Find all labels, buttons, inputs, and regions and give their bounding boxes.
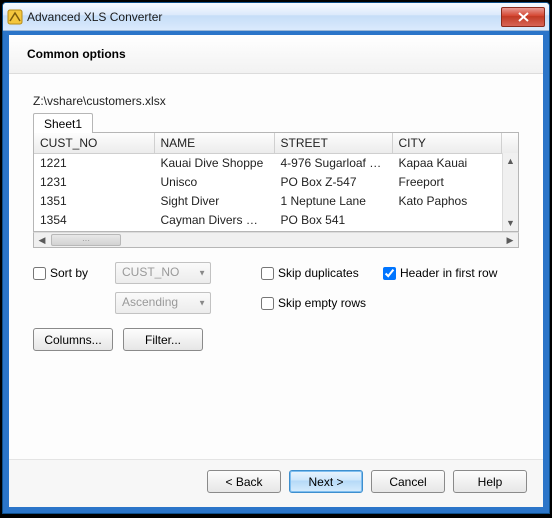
titlebar[interactable]: Advanced XLS Converter (3, 3, 549, 31)
cell: 1221 (34, 154, 154, 173)
app-icon (7, 9, 23, 25)
sort-by-label: Sort by (50, 266, 88, 280)
cancel-button[interactable]: Cancel (371, 470, 445, 493)
next-button[interactable]: Next > (289, 470, 363, 493)
close-button[interactable] (501, 7, 545, 27)
skip-duplicates-label: Skip duplicates (278, 266, 359, 280)
page-heading: Common options (9, 35, 543, 74)
scroll-up-icon[interactable]: ▲ (504, 153, 518, 169)
column-header[interactable]: CUST_NO (34, 133, 154, 154)
cell: 1351 (34, 192, 154, 211)
cell: Unisco (154, 173, 274, 192)
columns-button[interactable]: Columns... (33, 328, 113, 351)
data-grid[interactable]: CUST_NO NAME STREET CITY 1221 Kauai Dive… (33, 132, 519, 232)
table-row[interactable]: 1221 Kauai Dive Shoppe 4-976 Sugarloaf H… (34, 154, 518, 173)
cell: 4-976 Sugarloaf Hwy (274, 154, 392, 173)
chevron-down-icon: ▼ (198, 299, 206, 308)
table-row[interactable]: 1354 Cayman Divers Worl... PO Box 541 (34, 211, 518, 230)
dialog-button-bar: < Back Next > Cancel Help (9, 459, 543, 507)
header-first-row-checkbox[interactable]: Header in first row (383, 266, 497, 280)
sort-field-select: CUST_NO ▼ (115, 262, 211, 284)
sort-order-select: Ascending ▼ (115, 292, 211, 314)
column-header[interactable]: NAME (154, 133, 274, 154)
scroll-left-icon[interactable]: ◀ (34, 233, 50, 247)
cell: Cayman Divers Worl... (154, 211, 274, 230)
sheet-tab[interactable]: Sheet1 (33, 113, 93, 133)
column-header[interactable]: STREET (274, 133, 392, 154)
table-row[interactable]: 1231 Unisco PO Box Z-547 Freeport (34, 173, 518, 192)
table-header-row: CUST_NO NAME STREET CITY (34, 133, 518, 154)
table-row[interactable]: 1351 Sight Diver 1 Neptune Lane Kato Pap… (34, 192, 518, 211)
skip-duplicates-checkbox[interactable]: Skip duplicates (261, 266, 373, 280)
cell: Kauai Dive Shoppe (154, 154, 274, 173)
sort-by-checkbox[interactable]: Sort by (33, 266, 105, 280)
header-first-row-label: Header in first row (400, 266, 497, 280)
cell: Sight Diver (154, 192, 274, 211)
scroll-thumb[interactable]: ··· (51, 234, 121, 246)
scroll-down-icon[interactable]: ▼ (504, 215, 518, 231)
cell: 1231 (34, 173, 154, 192)
back-button[interactable]: < Back (207, 470, 281, 493)
cell: 1 Neptune Lane (274, 192, 392, 211)
cell: Kato Paphos (392, 192, 502, 211)
filter-button[interactable]: Filter... (123, 328, 203, 351)
cell: PO Box Z-547 (274, 173, 392, 192)
cell: Kapaa Kauai (392, 154, 502, 173)
chevron-down-icon: ▼ (198, 269, 206, 278)
column-header[interactable]: CITY (392, 133, 502, 154)
cell: 1354 (34, 211, 154, 230)
window-title: Advanced XLS Converter (27, 10, 501, 24)
scroll-right-icon[interactable]: ▶ (502, 233, 518, 247)
horizontal-scrollbar[interactable]: ◀ ··· ▶ (33, 232, 519, 248)
skip-empty-rows-checkbox[interactable]: Skip empty rows (261, 296, 366, 310)
file-path: Z:\vshare\customers.xlsx (33, 94, 519, 108)
skip-empty-rows-label: Skip empty rows (278, 296, 366, 310)
cell: PO Box 541 (274, 211, 392, 230)
vertical-scrollbar[interactable]: ▲ ▼ (502, 153, 518, 231)
help-button[interactable]: Help (453, 470, 527, 493)
cell (392, 211, 502, 230)
cell: Freeport (392, 173, 502, 192)
